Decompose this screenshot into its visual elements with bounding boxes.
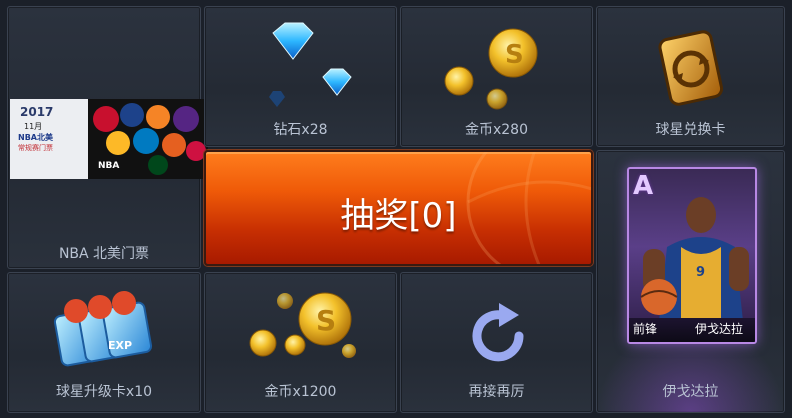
ticket-year: 2017	[20, 105, 54, 119]
ticket-stub: 2017 11月 NBA北美 常规赛门票	[10, 99, 88, 179]
diamond-icon	[269, 22, 352, 107]
draw-button-label: 抽奖[0]	[340, 196, 457, 236]
jersey-number: 9	[696, 265, 706, 280]
gold-coins-large-icon: S	[249, 292, 356, 358]
upgrade-card-icon: EXP	[53, 291, 153, 367]
player-label: 伊戈达拉	[662, 384, 719, 400]
ticket-brand: NBA	[98, 161, 120, 171]
nba-ticket-image: 2017 11月 NBA北美 常规赛门票 NBA	[10, 99, 208, 179]
prize-tile-star-upgrade-card: EXP 球星升级卡x10	[7, 272, 201, 413]
card-position: 前锋	[633, 322, 658, 336]
svg-text:S: S	[316, 304, 336, 337]
refresh-icon	[472, 303, 524, 362]
ticket-line2: 常规赛门票	[18, 144, 53, 152]
card-player-name: 伊戈达拉	[694, 322, 743, 336]
star-exchange-card-label: 球星兑换卡	[655, 122, 726, 138]
player-card: A 9 前锋 伊戈达拉	[627, 167, 757, 344]
prize-tile-diamonds: 钻石x28	[204, 6, 397, 147]
diamonds-label: 钻石x28	[273, 122, 328, 138]
prize-tile-retry: 再接再厉	[400, 272, 593, 413]
player-portrait	[640, 197, 749, 321]
star-upgrade-card-label: 球星升级卡x10	[55, 384, 153, 400]
exchange-card-icon	[658, 30, 724, 106]
team-logos-collage: NBA	[88, 99, 208, 179]
nba-ticket-label: NBA 北美门票	[58, 246, 150, 262]
coins-280-label: 金币x280	[464, 122, 528, 138]
exp-badge: EXP	[108, 339, 132, 352]
ticket-line1: NBA北美	[18, 133, 53, 142]
coins-1200-label: 金币x1200	[264, 384, 337, 400]
prize-tile-coins-280: S 金币x280	[400, 6, 593, 147]
ticket-month: 11月	[24, 122, 43, 131]
draw-button[interactable]: 抽奖[0]	[204, 150, 593, 266]
svg-text:S: S	[505, 40, 524, 70]
prize-tile-star-exchange-card: 球星兑换卡	[596, 6, 785, 147]
prize-tile-coins-1200: S 金币x1200	[204, 272, 397, 413]
retry-label: 再接再厉	[468, 384, 525, 400]
prize-tile-nba-ticket: 2017 11月 NBA北美 常规赛门票 NBA NBA 北美门票	[7, 6, 208, 269]
gold-coins-icon: S	[444, 28, 538, 110]
